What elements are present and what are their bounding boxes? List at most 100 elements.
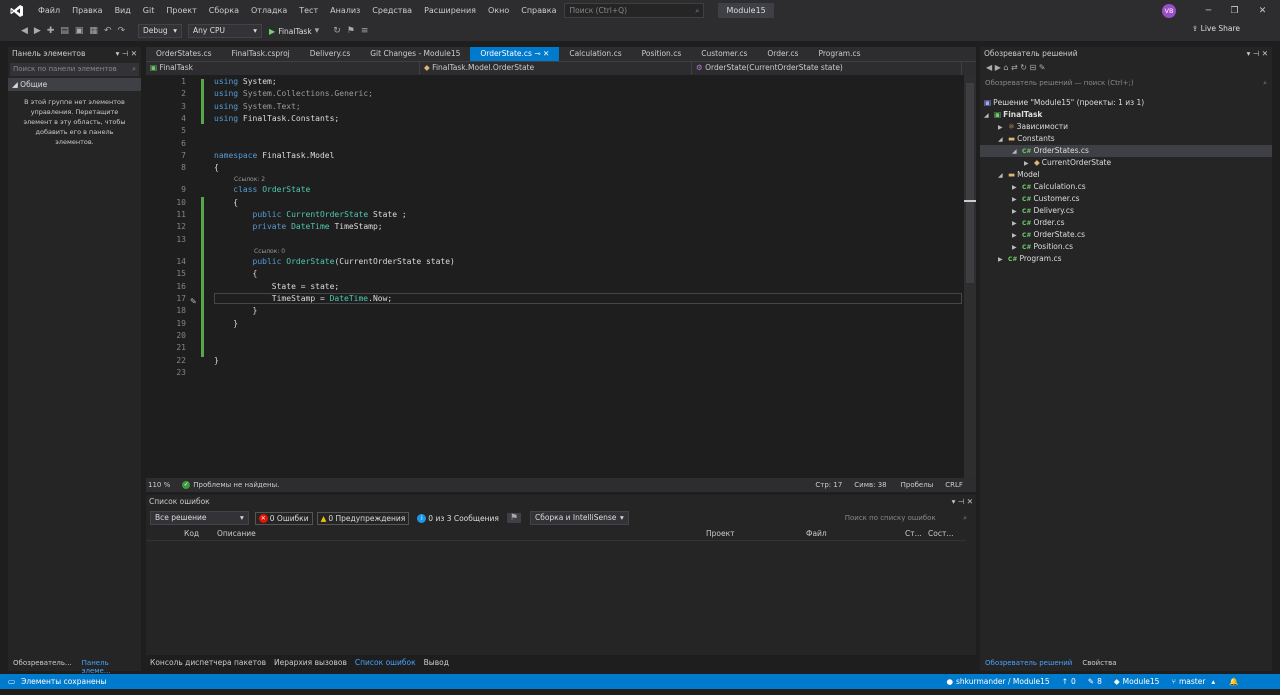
run-button[interactable]: FinalTask: [278, 27, 311, 36]
menu-git[interactable]: Git: [137, 0, 161, 21]
errors-filter-button[interactable]: ✕ 0 Ошибки: [254, 511, 313, 525]
back-icon[interactable]: ◀: [18, 26, 31, 36]
tab-orderstate[interactable]: OrderState.cs ⊸ ✕: [470, 47, 560, 61]
tab-order[interactable]: Order.cs: [757, 47, 808, 61]
code-lens-references[interactable]: Ссылок: 2: [234, 176, 265, 183]
tab-orderstates[interactable]: OrderStates.cs: [146, 47, 222, 61]
project-dropdown[interactable]: ▣ FinalTask: [146, 62, 420, 75]
error-list-search-input[interactable]: Поиск по списку ошибок ⌕: [842, 512, 970, 525]
tree-item-position[interactable]: ▶ C# Position.cs: [980, 241, 1272, 253]
platform-select[interactable]: Any CPU ▾: [188, 24, 263, 38]
menu-extensions[interactable]: Расширения: [418, 0, 482, 21]
solution-search-input[interactable]: Обозреватель решений — поиск (Ctrl+;) ⌕: [982, 77, 1270, 90]
tab-call-hierarchy[interactable]: Иерархия вызовов: [270, 656, 351, 670]
save-all-icon[interactable]: ▦: [86, 26, 101, 36]
quick-action-icon[interactable]: ✎: [190, 297, 197, 306]
tree-item-calculation[interactable]: ▶ C# Calculation.cs: [980, 181, 1272, 193]
tab-delivery[interactable]: Delivery.cs: [300, 47, 360, 61]
tree-item-solution[interactable]: ▣ Решение "Module15" (проекты: 1 из 1): [980, 97, 1272, 109]
undo-icon[interactable]: ↶: [101, 26, 115, 36]
close-icon[interactable]: ✕: [1250, 0, 1275, 21]
member-dropdown[interactable]: ⚙ OrderState(CurrentOrderState state): [692, 62, 962, 75]
comment-icon[interactable]: ≡: [358, 26, 372, 36]
build-source-select[interactable]: Сборка и IntelliSense ▾: [529, 511, 629, 525]
problems-status[interactable]: Проблемы не найдены.: [193, 481, 279, 489]
repository-name[interactable]: Module15: [1123, 677, 1160, 686]
code-lens-references[interactable]: Ссылок: 0: [254, 248, 285, 255]
tree-item-orderstate[interactable]: ▶ C# OrderState.cs: [980, 229, 1272, 241]
zoom-level[interactable]: 110 %: [148, 481, 170, 489]
tree-item-currentorderstate[interactable]: ▶ ◆ CurrentOrderState: [980, 157, 1272, 169]
tree-item-order[interactable]: ▶ C# Order.cs: [980, 217, 1272, 229]
tree-item-customer[interactable]: ▶ C# Customer.cs: [980, 193, 1272, 205]
save-icon[interactable]: ▣: [72, 26, 87, 36]
refresh-icon[interactable]: ↻: [1020, 63, 1027, 72]
menu-window[interactable]: Окно: [482, 0, 515, 21]
menu-build[interactable]: Сборка: [203, 0, 245, 21]
collapse-icon[interactable]: ⊟: [1030, 63, 1037, 72]
tab-solution-explorer[interactable]: Обозреватель решений: [980, 657, 1077, 671]
hot-reload-icon[interactable]: ↻: [330, 26, 344, 36]
notifications-icon[interactable]: 🔔: [1229, 677, 1238, 686]
type-dropdown[interactable]: ◆ FinalTask.Model.OrderState: [420, 62, 692, 75]
tab-program[interactable]: Program.cs: [808, 47, 870, 61]
forward-icon[interactable]: ▶: [31, 26, 44, 36]
tab-output[interactable]: Вывод: [420, 656, 453, 670]
tree-item-constants[interactable]: ◢ ▬ Constants: [980, 133, 1272, 145]
config-select[interactable]: Debug ▾: [138, 24, 183, 38]
scope-select[interactable]: Все решение ▾: [150, 511, 249, 525]
wrench-icon[interactable]: ✎: [1039, 63, 1046, 72]
tab-toolbox[interactable]: Панель элеме...: [77, 657, 141, 675]
global-search-input[interactable]: Поиск (Ctrl+Q) ⌕: [564, 3, 705, 18]
line-ending-status[interactable]: CRLF: [945, 481, 963, 489]
back-icon[interactable]: ◀: [986, 63, 992, 72]
toolbox-group-general[interactable]: ◢ Общие: [8, 78, 141, 91]
menu-tools[interactable]: Средства: [366, 0, 418, 21]
new-project-icon[interactable]: ✚: [44, 26, 58, 36]
toolbox-search-input[interactable]: Поиск по панели элементов ⌕: [10, 63, 139, 76]
column-code[interactable]: Код: [184, 529, 199, 538]
chevron-down-icon[interactable]: ▾: [312, 26, 323, 36]
tab-customer[interactable]: Customer.cs: [691, 47, 757, 61]
filter-icon[interactable]: ⚑: [506, 513, 521, 523]
code-editor[interactable]: 1 2 3 4 5 6 7 8 9 10 11 12 13 14 15 16 1…: [146, 75, 976, 478]
menu-view[interactable]: Вид: [109, 0, 137, 21]
branch-name[interactable]: master: [1179, 677, 1205, 686]
tab-position[interactable]: Position.cs: [632, 47, 692, 61]
pin-icon[interactable]: ▾ ⊣ ✕: [952, 497, 973, 507]
tree-item-dependencies[interactable]: ▶ ⚛ Зависимости: [980, 121, 1272, 133]
live-share-button[interactable]: ⇪ Live Share: [1192, 24, 1240, 33]
close-icon[interactable]: ✕: [543, 49, 549, 58]
pin-icon[interactable]: ▾ ⊣ ✕: [116, 49, 137, 59]
tab-error-list[interactable]: Список ошибок: [351, 656, 420, 670]
avatar[interactable]: VB: [1162, 4, 1176, 18]
tree-item-model[interactable]: ◢ ▬ Model: [980, 169, 1272, 181]
open-folder-icon[interactable]: ▤: [57, 26, 72, 36]
column-file[interactable]: Файл: [806, 529, 827, 538]
menu-project[interactable]: Проект: [160, 0, 202, 21]
whitespace-status[interactable]: Пробелы: [901, 481, 934, 489]
menu-file[interactable]: Файл: [32, 0, 66, 21]
tab-finaltask-csproj[interactable]: FinalTask.csproj: [222, 47, 300, 61]
warnings-filter-button[interactable]: ▲ 0 Предупреждения: [316, 511, 410, 525]
changes-status[interactable]: 8: [1097, 677, 1102, 686]
menu-help[interactable]: Справка: [515, 0, 562, 21]
menu-debug[interactable]: Отладка: [245, 0, 293, 21]
pin-icon[interactable]: ▾ ⊣ ✕: [1247, 49, 1268, 59]
commits-status[interactable]: 0: [1071, 677, 1076, 686]
minimize-icon[interactable]: ─: [1196, 0, 1221, 21]
repo-status[interactable]: shkurmander / Module15: [956, 677, 1050, 686]
tree-item-project[interactable]: ◢ ▣ FinalTask: [980, 109, 1272, 121]
column-state[interactable]: Сост...: [928, 529, 953, 538]
play-icon[interactable]: ▶: [269, 27, 275, 36]
scrollbar-thumb[interactable]: [966, 83, 974, 283]
tab-package-manager-console[interactable]: Консоль диспетчера пакетов: [146, 656, 270, 670]
tree-item-program[interactable]: ▶ C# Program.cs: [980, 253, 1272, 265]
pin-icon[interactable]: ⊸: [534, 49, 540, 58]
menu-analyze[interactable]: Анализ: [324, 0, 366, 21]
vertical-scrollbar[interactable]: [964, 75, 976, 478]
tab-properties[interactable]: Свойства: [1077, 657, 1121, 671]
tab-solution-explorer[interactable]: Обозреватель...: [8, 657, 77, 671]
sync-icon[interactable]: ⇄: [1011, 63, 1018, 72]
bookmark-icon[interactable]: ⚑: [344, 26, 358, 36]
